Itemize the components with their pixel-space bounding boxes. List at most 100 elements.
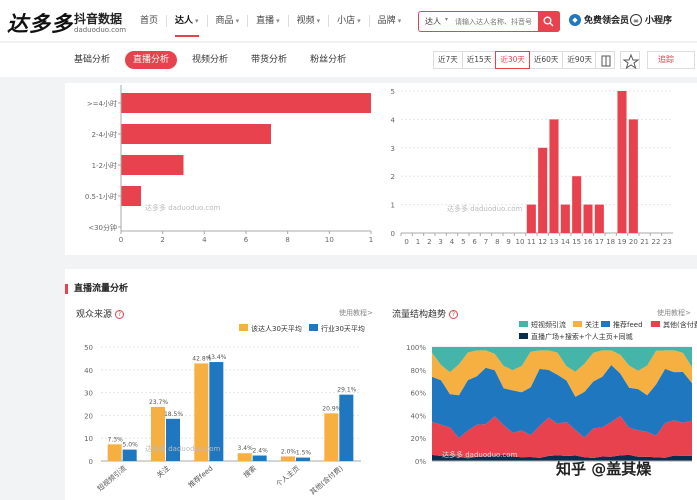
source-bar	[122, 449, 137, 461]
chart-watermark: 达多多 daduoduo.com	[145, 444, 221, 453]
chevron-down-icon: ▾	[357, 17, 361, 25]
nav-item-label: 达人	[175, 16, 194, 26]
x-tick-label: 搜索	[241, 464, 258, 480]
search-box: 达人 ▾	[418, 11, 560, 32]
y-tick-label: 50	[84, 344, 93, 352]
data-label: 23.7%	[149, 399, 168, 406]
vip-button[interactable]: ◆ 免费领会员	[569, 13, 629, 26]
chevron-down-icon: ▾	[195, 17, 199, 25]
search-input[interactable]	[455, 14, 535, 29]
y-tick-label: 0	[391, 230, 395, 238]
y-tick-label: 2	[391, 173, 395, 181]
help-icon[interactable]: ?	[115, 310, 125, 319]
y-tick-label: 20%	[410, 435, 426, 443]
y-tick-label: 20	[84, 412, 93, 420]
x-tick-label: 17	[595, 238, 604, 246]
range-option-4[interactable]: 近90天	[562, 51, 597, 69]
source-bar	[107, 444, 122, 461]
x-tick-label: 推荐feed	[186, 464, 214, 490]
x-tick-label: 15	[572, 238, 581, 246]
chevron-down-icon: ▾	[316, 17, 321, 25]
track-button[interactable]: 追踪	[647, 51, 695, 69]
source-bar	[237, 453, 252, 461]
data-label: 43.4%	[207, 354, 226, 361]
nav-item-0[interactable]: 首页	[132, 0, 166, 42]
star-icon	[622, 53, 640, 70]
tab-2[interactable]: 视频分析	[184, 51, 236, 69]
tutorial-link-left[interactable]: 使用教程>	[339, 308, 373, 318]
tutorial-link-right[interactable]: 使用教程>	[657, 308, 691, 318]
y-tick-label: 0%	[415, 458, 426, 466]
hourly-bar	[572, 176, 582, 233]
y-tick-label: 1	[391, 202, 395, 210]
tab-0[interactable]: 基础分析	[66, 51, 118, 69]
source-bar	[324, 413, 339, 461]
tab-4[interactable]: 粉丝分析	[302, 51, 354, 69]
nav-item-label: 品牌	[377, 16, 396, 26]
data-label: 7.3%	[108, 436, 124, 443]
search-button[interactable]	[538, 11, 560, 32]
legend-label: 其他(含付费)	[663, 320, 697, 329]
watermark: 知乎 @盖其燥	[556, 460, 652, 478]
compare-button[interactable]	[595, 51, 615, 69]
y-tick-label: 4	[391, 116, 396, 124]
chart-watermark: 达多多 daduoduo.com	[145, 203, 221, 212]
range-option-1[interactable]: 近15天	[461, 51, 497, 69]
help-icon[interactable]: ?	[449, 310, 459, 319]
nav-item-6[interactable]: 品牌 ▾	[370, 0, 410, 42]
x-tick-label: 21	[640, 238, 649, 246]
y-tick-label: 10	[84, 435, 93, 443]
legend-swatch	[651, 321, 660, 327]
x-tick-label: 5	[461, 238, 465, 246]
search-type-select[interactable]: 达人	[425, 16, 441, 27]
source-bar	[281, 456, 295, 461]
legend-label: 直播广场+搜索+个人主页+同城	[531, 332, 633, 341]
y-tick-label: 30	[84, 390, 93, 398]
range-option-2[interactable]: 近30天	[495, 51, 530, 69]
legend-label: 关注	[585, 320, 599, 329]
legend-swatch	[519, 321, 528, 327]
favorite-button[interactable]	[620, 51, 640, 70]
hourly-bar	[628, 119, 638, 233]
nav-item-label: 直播	[256, 16, 275, 26]
range-option-0[interactable]: 近7天	[433, 51, 463, 69]
analysis-tabs: 基础分析 直播分析 视频分析 带货分析 粉丝分析	[66, 51, 361, 69]
y-tick-label: 80%	[410, 367, 426, 375]
logo[interactable]: 达多多	[7, 8, 73, 38]
data-label: 1.5%	[296, 450, 312, 457]
nav-item-5[interactable]: 小店 ▾	[329, 0, 369, 42]
x-tick-label: 16	[584, 238, 593, 246]
tab-3[interactable]: 带货分析	[243, 51, 295, 69]
x-tick-label: 1	[369, 236, 373, 244]
x-tick-label: 0	[119, 236, 123, 244]
range-option-3[interactable]: 近60天	[528, 51, 564, 69]
logo-subtitle: 抖音数据	[74, 12, 123, 26]
x-tick-label: 10	[325, 236, 334, 244]
nav-item-2[interactable]: 商品 ▾	[208, 0, 248, 42]
duration-bar	[121, 124, 271, 144]
mini-program-button[interactable]: ∞ 小程序	[630, 13, 672, 26]
y-tick-label: 1-2小时	[92, 161, 117, 170]
duration-bar	[121, 93, 371, 113]
nav-item-4[interactable]: 视频 ▾	[289, 0, 329, 42]
y-tick-label: 2-4小时	[92, 130, 117, 139]
main-nav: 首页 达人 ▾ 商品 ▾ 直播 ▾ 视频 ▾ 小店 ▾ 品牌 ▾	[132, 0, 409, 42]
search-icon	[543, 16, 554, 27]
data-label: 20.9%	[322, 405, 341, 412]
y-tick-label: 100%	[406, 344, 426, 352]
source-bar	[252, 455, 267, 461]
nav-item-label: 首页	[140, 16, 159, 26]
legend-label: 该达人30天平均	[251, 324, 302, 333]
nav-item-label: 视频	[296, 16, 315, 26]
nav-item-3[interactable]: 直播 ▾	[248, 0, 288, 42]
logo-url: daduoduo.com	[74, 26, 127, 34]
x-tick-label: 6	[472, 238, 477, 246]
x-tick-label: 23	[663, 238, 672, 246]
x-tick-label: 14	[561, 238, 570, 246]
x-tick-label: 2	[160, 236, 164, 244]
legend-swatch	[601, 321, 610, 327]
y-tick-label: >=4小时	[87, 99, 117, 108]
tab-1[interactable]: 直播分析	[125, 51, 178, 69]
nav-item-1[interactable]: 达人 ▾	[167, 0, 207, 42]
nav-item-label: 小店	[337, 16, 356, 26]
